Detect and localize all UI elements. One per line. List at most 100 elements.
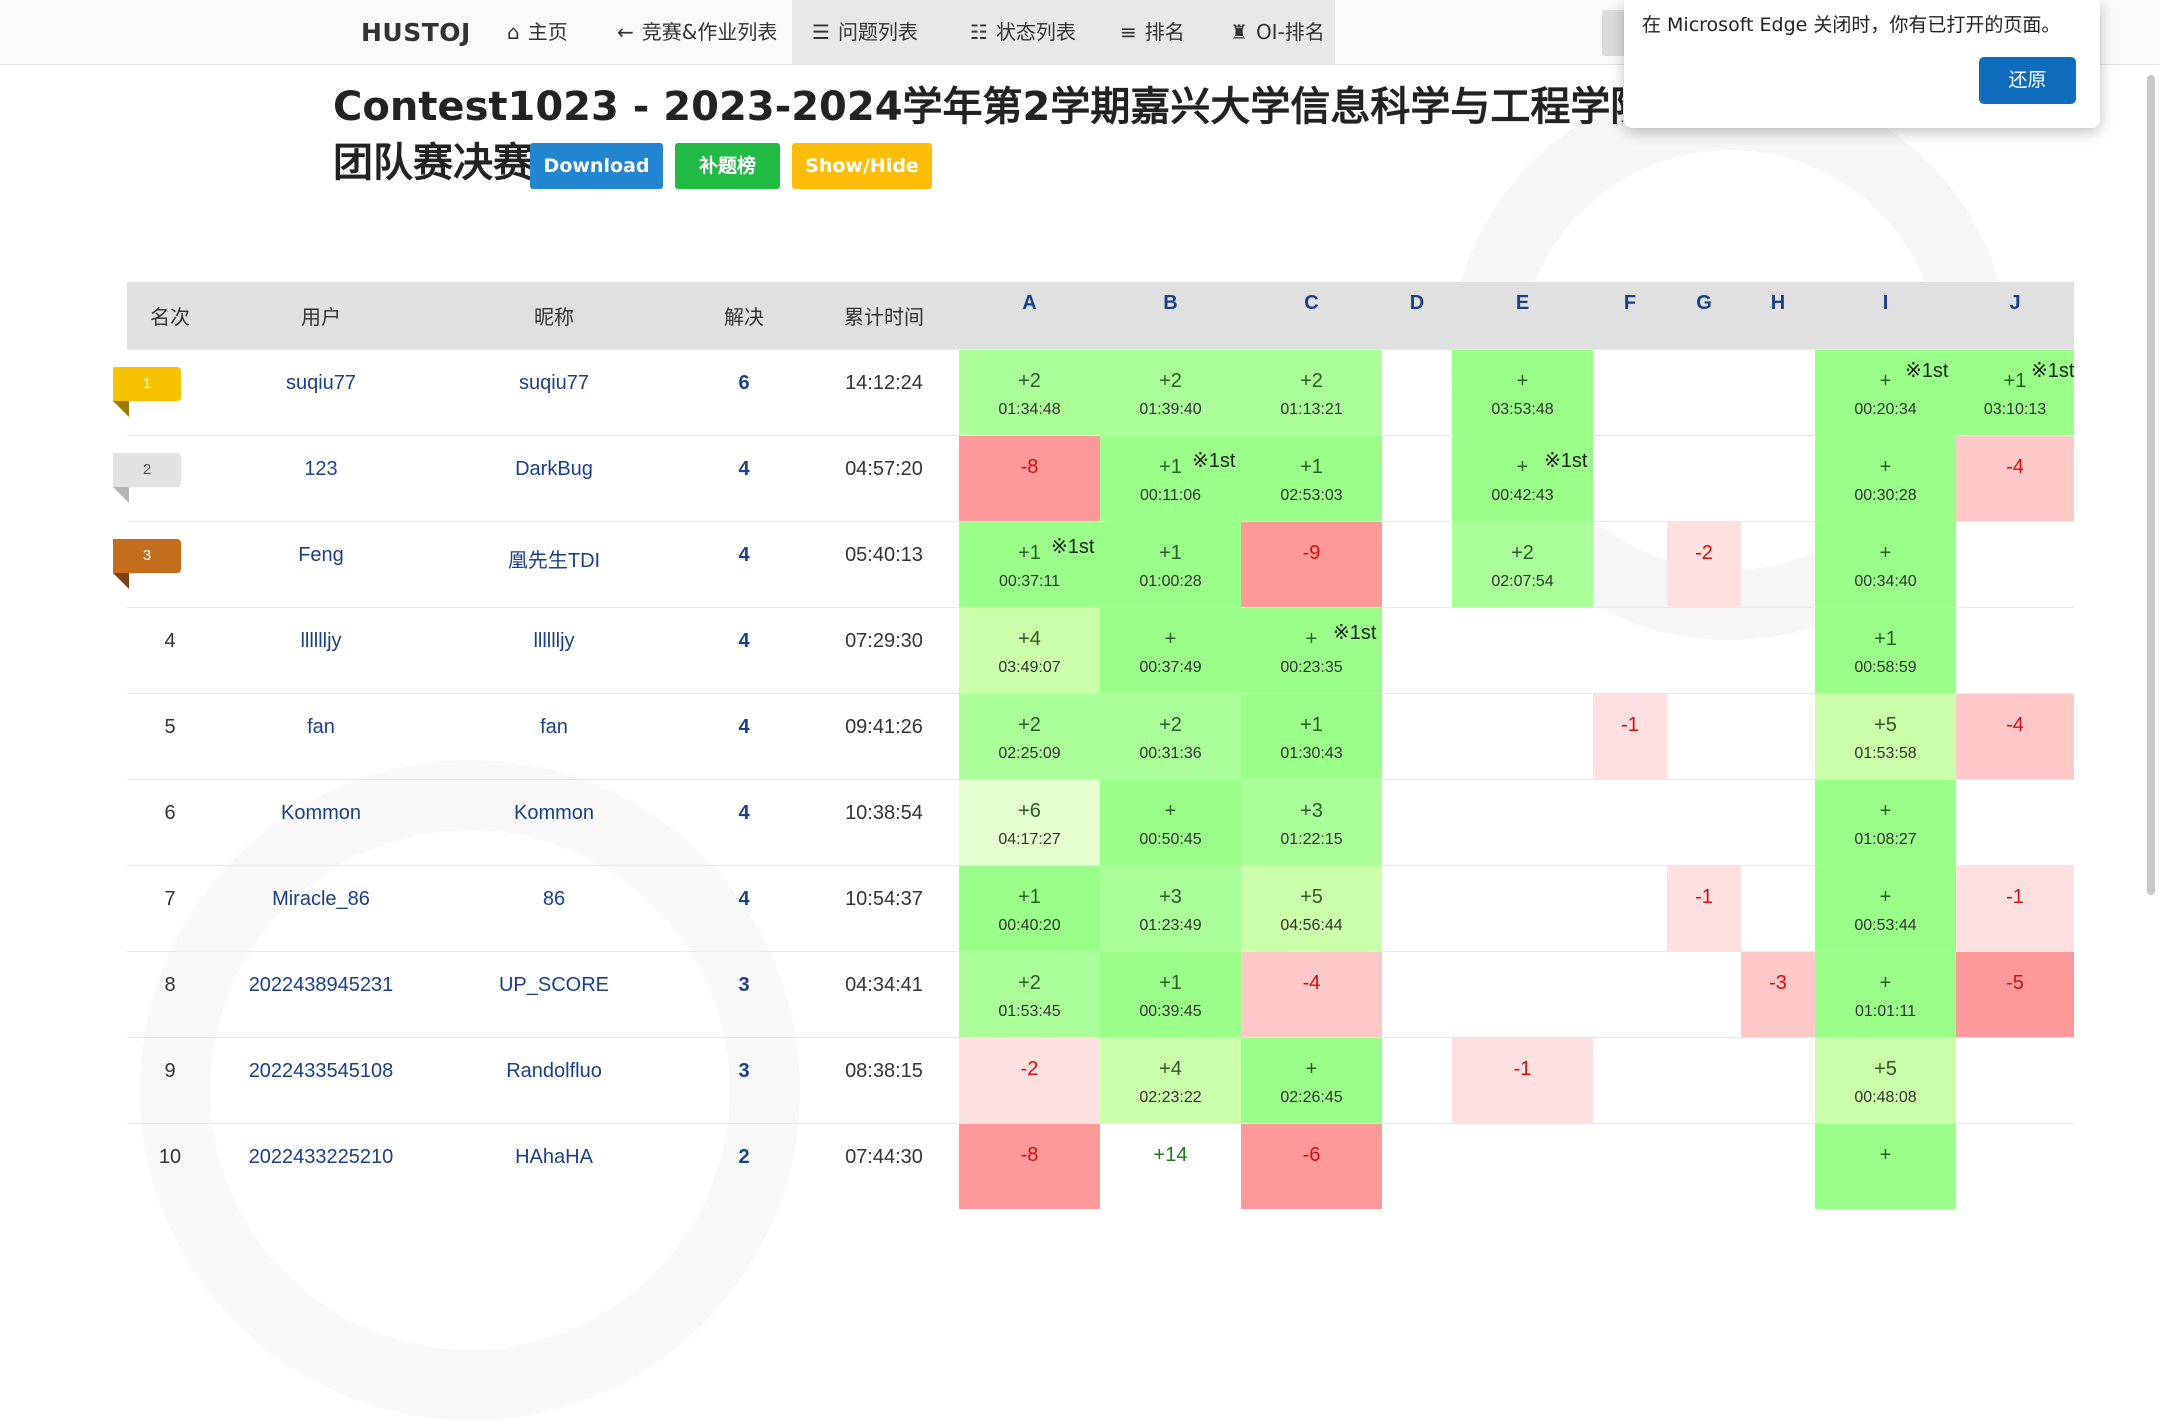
- problem-result-cell: +3 01:22:15: [1241, 779, 1382, 866]
- total-time: 10:54:37: [845, 888, 923, 910]
- attempts-label: +: [1879, 456, 1892, 478]
- failed-attempts-label: -8: [1020, 456, 1039, 478]
- contest-title-line2: 团队赛决赛: [333, 140, 533, 186]
- nick-link[interactable]: HAhaHA: [429, 1146, 679, 1169]
- total-time: 04:57:20: [845, 458, 923, 480]
- accept-time: 01:00:28: [1139, 573, 1202, 590]
- solved-count[interactable]: 3: [679, 1060, 809, 1083]
- supplement-ranking-button[interactable]: 补题榜: [675, 143, 780, 189]
- user-link[interactable]: lllllljy: [213, 630, 429, 653]
- user-link[interactable]: 2022433545108: [213, 1060, 429, 1083]
- header-problem-f[interactable]: F: [1593, 282, 1667, 350]
- nick-link[interactable]: Kommon: [429, 802, 679, 825]
- user-link[interactable]: Miracle_86: [213, 888, 429, 911]
- nick-link[interactable]: 86: [429, 888, 679, 911]
- nick-link-cell: 86: [429, 865, 679, 952]
- problem-result-cell: [1741, 607, 1815, 694]
- first-blood-mark: ※1st: [2031, 360, 2075, 382]
- total-time: 10:38:54: [845, 802, 923, 824]
- problem-result-cell: -2: [959, 1037, 1100, 1124]
- download-button[interactable]: Download: [530, 143, 663, 189]
- attempts-label: +2: [1159, 370, 1182, 392]
- problem-result-cell: -1: [1667, 865, 1741, 952]
- solved-count[interactable]: 4: [679, 630, 809, 653]
- user-link-cell: fan: [213, 693, 429, 780]
- problem-result-cell: +4 02:23:22: [1100, 1037, 1241, 1124]
- solved-count[interactable]: 4: [679, 888, 809, 911]
- nav-problem-list[interactable]: ☰ 问题列表: [792, 0, 950, 64]
- attempts-label: +2: [1018, 370, 1041, 392]
- problem-result-cell: +5 04:56:44: [1241, 865, 1382, 952]
- solved-count[interactable]: 6: [679, 372, 809, 395]
- problem-result-cell: [1667, 951, 1741, 1038]
- nav-ranking[interactable]: ≡ 排名: [1100, 0, 1210, 64]
- nav-contest-list[interactable]: ← 竞赛&作业列表: [597, 0, 797, 64]
- solved-count[interactable]: 4: [679, 802, 809, 825]
- header-problem-j[interactable]: J: [1956, 282, 2074, 350]
- header-problem-a[interactable]: A: [959, 282, 1100, 350]
- nick-link[interactable]: UP_SCORE: [429, 974, 679, 997]
- user-link[interactable]: fan: [213, 716, 429, 739]
- header-problem-b[interactable]: B: [1100, 282, 1241, 350]
- accept-time: 03:53:48: [1491, 401, 1554, 418]
- nick-link[interactable]: DarkBug: [429, 458, 679, 481]
- brand-logo[interactable]: HUSTOJ: [361, 18, 471, 47]
- problem-result-cell: [1956, 521, 2074, 608]
- problem-result-cell: [1382, 435, 1452, 522]
- solved-count[interactable]: 4: [679, 716, 809, 739]
- user-link[interactable]: 2022433225210: [213, 1146, 429, 1169]
- accept-time: 00:30:28: [1854, 487, 1917, 504]
- problem-result-cell: +6 04:17:27: [959, 779, 1100, 866]
- total-time: 07:44:30: [845, 1146, 923, 1168]
- accept-time: 00:11:06: [1139, 487, 1202, 504]
- solved-count[interactable]: 3: [679, 974, 809, 997]
- rank-number: 5: [164, 716, 176, 738]
- nav-home[interactable]: ⌂ 主页: [487, 0, 588, 64]
- problem-result-cell: [1741, 349, 1815, 436]
- header-problem-i[interactable]: I: [1815, 282, 1956, 350]
- problem-result-cell: [1593, 779, 1667, 866]
- accept-time: 01:34:48: [998, 401, 1061, 418]
- total-time-cell: 04:57:20: [809, 435, 959, 522]
- problem-result-cell: [1452, 607, 1593, 694]
- nick-link[interactable]: Randolfluo: [429, 1060, 679, 1083]
- page-scrollbar[interactable]: [2147, 75, 2155, 895]
- accept-time: 01:39:40: [1139, 401, 1202, 418]
- header-problem-c[interactable]: C: [1241, 282, 1382, 350]
- nick-link-cell: Randolfluo: [429, 1037, 679, 1124]
- nick-link[interactable]: suqiu77: [429, 372, 679, 395]
- user-link[interactable]: suqiu77: [213, 372, 429, 395]
- nav-oi-ranking[interactable]: ♜ OI-排名: [1210, 0, 1335, 64]
- user-link[interactable]: Kommon: [213, 802, 429, 825]
- nick-link[interactable]: fan: [429, 716, 679, 739]
- header-problem-g[interactable]: G: [1667, 282, 1741, 350]
- header-rank: 名次: [127, 282, 213, 350]
- header-problem-h[interactable]: H: [1741, 282, 1815, 350]
- nick-link[interactable]: lllllljy: [429, 630, 679, 653]
- user-link[interactable]: 123: [213, 458, 429, 481]
- nick-link-cell: suqiu77: [429, 349, 679, 436]
- nav-status-list[interactable]: ☷ 状态列表: [950, 0, 1100, 64]
- solved-count[interactable]: 4: [679, 544, 809, 567]
- show-hide-button[interactable]: Show/Hide: [792, 143, 932, 189]
- rank-number: 7: [164, 888, 176, 910]
- problem-result-cell: [1382, 607, 1452, 694]
- problem-result-cell: [1741, 435, 1815, 522]
- problem-result-cell: [1452, 1123, 1593, 1209]
- attempts-label: +4: [1159, 1058, 1182, 1080]
- accept-time: 01:53:45: [998, 1003, 1061, 1020]
- attempts-label: +5: [1874, 1058, 1897, 1080]
- user-link[interactable]: 2022438945231: [213, 974, 429, 997]
- solved-count[interactable]: 4: [679, 458, 809, 481]
- solved-count[interactable]: 2: [679, 1146, 809, 1169]
- user-link[interactable]: Feng: [213, 544, 429, 567]
- restore-button[interactable]: 还原: [1979, 57, 2076, 104]
- table-row: 4 lllllljy lllllljy 4 07:29:30 +4 03:49:07 +00:…: [127, 607, 2074, 694]
- header-problem-d[interactable]: D: [1382, 282, 1452, 350]
- nav-ranking-label: 排名: [1144, 20, 1185, 44]
- attempts-label: +1: [1300, 714, 1323, 736]
- problem-result-cell: +00:20:34 ※1st: [1815, 349, 1956, 436]
- nick-link[interactable]: 凰先生TDI: [429, 544, 679, 573]
- header-problem-e[interactable]: E: [1452, 282, 1593, 350]
- failed-attempts-label: -1: [1621, 714, 1639, 736]
